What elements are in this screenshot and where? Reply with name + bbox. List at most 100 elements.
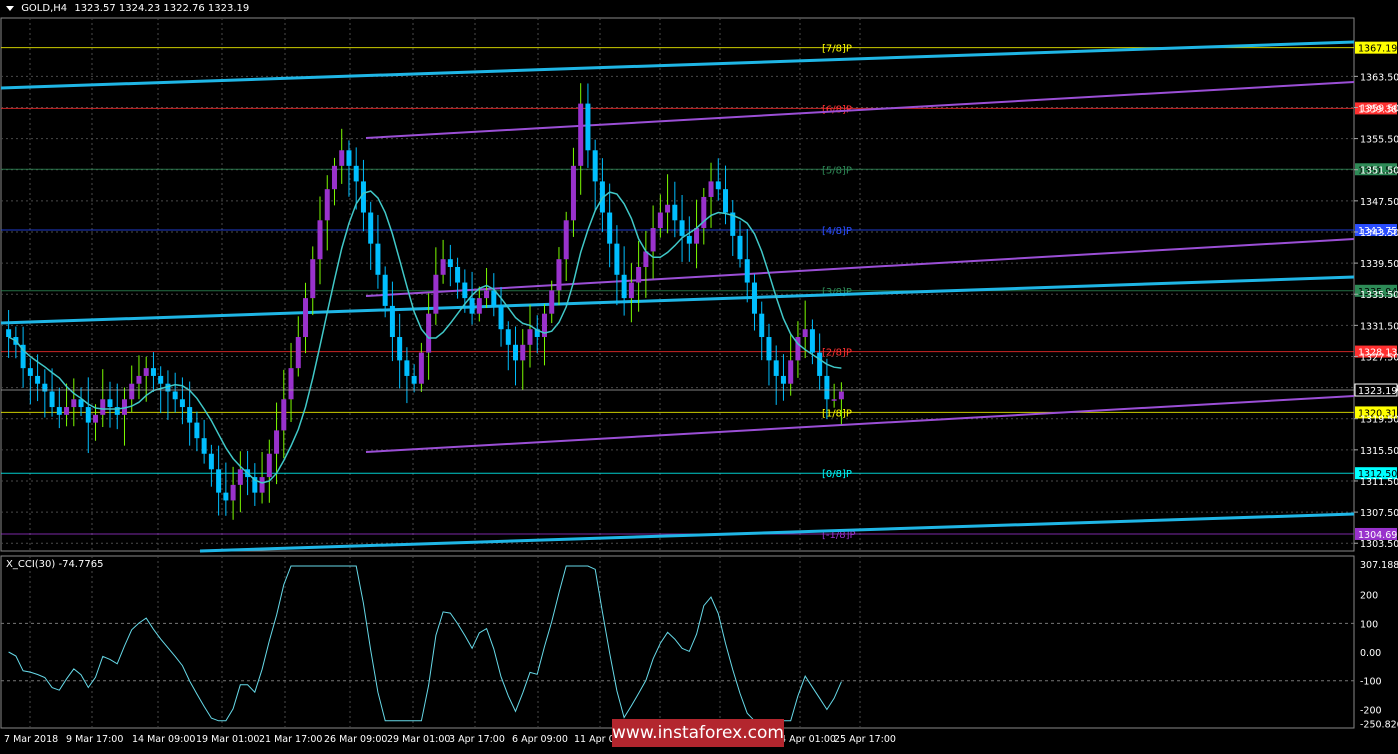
bull-candle <box>266 453 272 478</box>
bear-candle <box>607 212 613 244</box>
bull-candle <box>136 375 142 384</box>
bear-candle <box>382 274 388 306</box>
bull-candle <box>339 150 345 166</box>
time-axis-label: 7 Mar 2018 <box>4 734 58 745</box>
price-axis-label: 1311.50 <box>1360 477 1398 488</box>
bull-candle <box>484 290 490 299</box>
murrey-level-label: [0/8]P <box>822 469 852 480</box>
bull-candle <box>274 430 280 454</box>
price-axis-label: 1343.50 <box>1360 228 1398 239</box>
bull-candle <box>281 399 287 431</box>
bear-candle <box>751 282 757 314</box>
bear-candle <box>411 375 417 384</box>
price-axis-label: 1347.50 <box>1360 197 1398 208</box>
time-axis-label: 6 Apr 09:00 <box>512 734 568 745</box>
bear-candle <box>216 469 222 493</box>
bull-candle <box>317 220 323 260</box>
bull-candle <box>71 399 77 408</box>
bear-candle <box>498 305 504 330</box>
cci-axis-label: -250.8266 <box>1360 720 1398 731</box>
bull-candle <box>418 352 424 384</box>
bull-candle <box>563 220 569 260</box>
bear-candle <box>208 453 214 470</box>
cci-axis-label: 307.188 <box>1360 560 1398 571</box>
bull-candle <box>520 344 526 361</box>
chart-header: GOLD,H4 1323.57 1324.23 1322.76 1323.19 <box>6 3 249 14</box>
time-axis-label: 21 Mar 17:00 <box>259 734 322 745</box>
bear-candle <box>223 492 229 501</box>
bear-candle <box>744 259 750 283</box>
candlesticks <box>6 83 844 520</box>
bear-candle <box>672 204 678 221</box>
bear-candle <box>505 329 511 345</box>
murrey-level-label: [2/8]P <box>822 348 852 359</box>
channel-lower-line <box>199 512 1355 553</box>
price-axis-label: 1363.50 <box>1360 72 1398 83</box>
bear-candle <box>513 344 519 361</box>
time-axis-label: 14 Mar 09:00 <box>132 734 195 745</box>
bull-candle <box>628 282 634 299</box>
cci-line <box>8 565 842 722</box>
time-axis-label: 25 Apr 17:00 <box>834 734 896 745</box>
bear-candle <box>85 407 91 423</box>
bull-candle <box>259 477 265 493</box>
price-axis-label: 1319.50 <box>1360 415 1398 426</box>
bear-candle <box>6 329 12 338</box>
murrey-price-tag-text: 1367.19 <box>1358 44 1397 55</box>
bull-candle <box>578 103 584 166</box>
bull-candle <box>288 368 294 400</box>
bull-candle <box>324 189 330 221</box>
bear-candle <box>462 282 468 299</box>
bear-candle <box>172 391 178 400</box>
bear-candle <box>469 298 475 314</box>
bull-candle <box>708 181 714 197</box>
bull-candle <box>440 259 446 275</box>
bear-candle <box>715 181 721 190</box>
bear-candle <box>592 150 598 182</box>
channel-upper-line <box>0 40 1355 90</box>
bull-candle <box>636 266 642 283</box>
time-axis-label: 9 Mar 17:00 <box>66 734 123 745</box>
price-axis-label: 1351.50 <box>1360 166 1398 177</box>
bull-candle <box>657 212 663 229</box>
moving-average-line <box>8 190 842 484</box>
bear-candle <box>817 352 823 376</box>
price-axis-label: 1355.50 <box>1360 135 1398 146</box>
bear-candle <box>404 360 410 376</box>
time-axis-label: 26 Mar 09:00 <box>324 734 387 745</box>
bear-candle <box>621 274 627 299</box>
bear-candle <box>766 337 772 361</box>
bear-candle <box>49 391 55 408</box>
bear-candle <box>107 399 113 408</box>
bull-candle <box>476 298 482 314</box>
cci-axis-label: -200 <box>1360 705 1382 716</box>
dropdown-arrow-icon[interactable] <box>6 5 14 11</box>
bear-candle <box>585 103 591 151</box>
price-axis-label: 1331.50 <box>1360 321 1398 332</box>
bear-candle <box>679 220 685 236</box>
bear-candle <box>686 235 692 244</box>
price-axis-label: 1327.50 <box>1360 352 1398 363</box>
bear-candle <box>737 235 743 260</box>
bull-candle <box>230 484 236 501</box>
bull-candle <box>549 290 555 314</box>
cci-indicator: 307.188 200 100 0.00 -100 -200 -250.8266 <box>1 560 1398 731</box>
time-axis-label: 19 Mar 01:00 <box>196 734 259 745</box>
instaforex-watermark: www.instaforex.com <box>612 719 784 747</box>
gold-h4-chart[interactable]: [7/8]P 1367.19 [6/8]P 1359.38 [5/8]P 1351.56[… <box>0 0 1398 749</box>
bull-candle <box>129 383 135 400</box>
price-axis-label: 1339.50 <box>1360 259 1398 270</box>
murrey-level-label: [4/8]P <box>822 226 852 237</box>
bear-candle <box>27 368 33 376</box>
bull-candle <box>665 204 671 213</box>
bear-candle <box>759 313 765 338</box>
current-price-text: 1323.19 <box>1358 386 1397 397</box>
bear-candle <box>353 165 359 182</box>
price-chart-svg[interactable]: [7/8]P 1367.19[6/8]P 1359.38[5/8]P 1351.56[… <box>0 0 1398 749</box>
bear-candle <box>447 259 453 267</box>
price-axis: 1363.50 1359.50 1355.50 1351.50 1347.50 1343.… <box>1 72 1398 550</box>
price-axis-label: 1303.50 <box>1360 539 1398 550</box>
bull-candle <box>694 228 700 244</box>
bear-candle <box>809 329 815 353</box>
price-axis-label: 1335.50 <box>1360 290 1398 301</box>
